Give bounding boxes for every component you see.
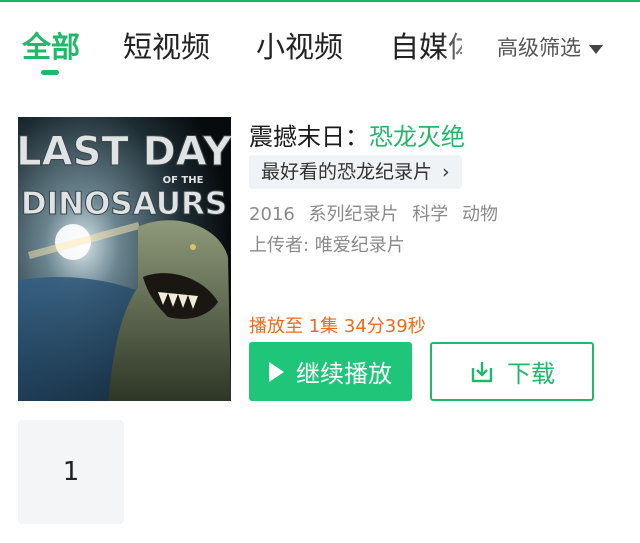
continue-play-button[interactable]: 继续播放 bbox=[249, 342, 412, 401]
result-title[interactable]: 震撼末日：恐龙灭绝 bbox=[249, 117, 465, 152]
chevron-right-icon: › bbox=[442, 161, 450, 183]
download-icon bbox=[471, 361, 493, 382]
download-button[interactable]: 下载 bbox=[430, 342, 594, 401]
meta-genre-science: 科学 bbox=[412, 204, 449, 225]
svg-text:LAST DAY: LAST DAY bbox=[18, 129, 231, 175]
title-highlight: 恐龙灭绝 bbox=[369, 123, 465, 151]
svg-text:DINOSAURS: DINOSAURS bbox=[21, 186, 227, 222]
advanced-filter-label: 高级筛选 bbox=[497, 36, 581, 60]
tab-short-video[interactable]: 短视频 bbox=[123, 24, 210, 66]
advanced-filter-button[interactable]: 高级筛选 bbox=[497, 32, 603, 62]
meta-type: 系列纪录片 bbox=[308, 204, 399, 225]
episode-button-1[interactable]: 1 bbox=[18, 420, 124, 524]
svg-text:OF THE: OF THE bbox=[163, 175, 204, 186]
watch-progress: 播放至 1集 34分39秒 bbox=[249, 316, 426, 337]
continue-play-label: 继续播放 bbox=[296, 360, 392, 388]
meta-year: 2016 bbox=[249, 204, 295, 225]
top-accent-line bbox=[0, 0, 640, 2]
meta-genre-animal: 动物 bbox=[462, 204, 499, 225]
download-label: 下载 bbox=[507, 360, 555, 388]
meta-info: 2016 系列纪录片 科学 动物 bbox=[249, 200, 506, 226]
poster-thumbnail[interactable]: LAST DAY OF THE DINOSAURS bbox=[18, 117, 231, 401]
tab-mini-video[interactable]: 小视频 bbox=[256, 24, 343, 66]
uploader-info: 上传者: 唯爱纪录片 bbox=[249, 235, 405, 256]
category-tabs: 全部 短视频 小视频 自媒体 高级筛选 bbox=[0, 20, 640, 80]
title-prefix: 震撼末日： bbox=[249, 123, 369, 151]
active-tab-indicator bbox=[41, 70, 59, 75]
recommendation-tag[interactable]: 最好看的恐龙纪录片 › bbox=[249, 155, 462, 189]
caret-down-icon bbox=[589, 44, 603, 54]
play-icon bbox=[269, 361, 284, 382]
episode-number: 1 bbox=[62, 457, 80, 487]
tab-all[interactable]: 全部 bbox=[22, 24, 80, 66]
tab-fade bbox=[440, 20, 490, 70]
tag-label: 最好看的恐龙纪录片 bbox=[261, 161, 433, 183]
